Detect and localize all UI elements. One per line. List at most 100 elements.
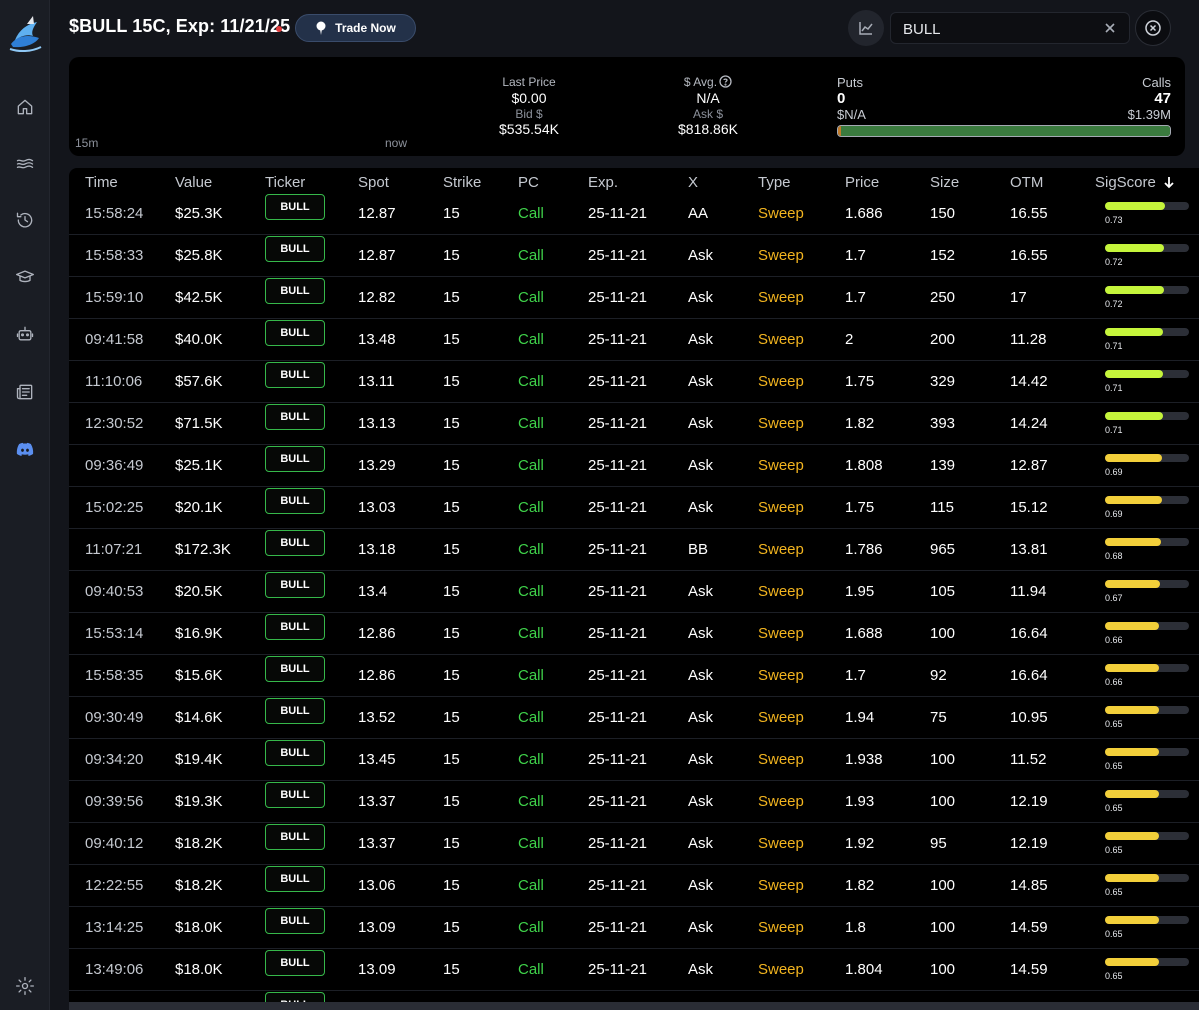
- chart-toggle-button[interactable]: [848, 10, 884, 46]
- cell-otm: 14.59: [1010, 961, 1048, 978]
- table-row[interactable]: 09:40:12 $18.2K BULL 13.37 15 Call 25-11-21 Ask…: [69, 823, 1199, 865]
- cell-otm: 11.28: [1010, 331, 1047, 348]
- cell-value: $40.0K: [175, 331, 223, 348]
- table-row[interactable]: 12:22:55 $18.2K BULL 13.06 15 Call 25-11-21 Ask…: [69, 865, 1199, 907]
- column-header-label: Ticker: [265, 174, 306, 191]
- cell-type: Sweep: [758, 835, 804, 852]
- table-row[interactable]: 15:58:35 $15.6K BULL 12.86 15 Call 25-11-21 Ask…: [69, 655, 1199, 697]
- search-input[interactable]: [903, 19, 1093, 39]
- ticker-badge[interactable]: BULL: [265, 782, 325, 808]
- column-header-label: SigScore: [1095, 174, 1156, 191]
- history-icon[interactable]: [13, 208, 37, 232]
- ticker-badge[interactable]: BULL: [265, 362, 325, 388]
- table-row[interactable]: 13:49:06 $18.0K BULL 13.09 15 Call 25-11-21 Ask…: [69, 949, 1199, 991]
- ticker-badge[interactable]: BULL: [265, 194, 325, 220]
- column-header-type[interactable]: Type: [758, 174, 791, 191]
- cell-strike: 15: [443, 919, 460, 936]
- ask-label: Ask $: [692, 107, 723, 121]
- table-row[interactable]: 15:53:14 $16.9K BULL 12.86 15 Call 25-11-21 Ask…: [69, 613, 1199, 655]
- cell-value: $18.0K: [175, 919, 223, 936]
- gear-icon[interactable]: [13, 974, 37, 998]
- column-header-price[interactable]: Price: [845, 174, 879, 191]
- column-header-pc[interactable]: PC: [518, 174, 539, 191]
- table-row[interactable]: 09:40:53 $20.5K BULL 13.4 15 Call 25-11-21 Ask S…: [69, 571, 1199, 613]
- column-header-x[interactable]: X: [688, 174, 698, 191]
- ticker-badge[interactable]: BULL: [265, 236, 325, 262]
- cell-otm: 15.12: [1010, 499, 1048, 516]
- ticker-badge[interactable]: BULL: [265, 950, 325, 976]
- table-row[interactable]: 09:41:58 $40.0K BULL 13.48 15 Call 25-11-21 Ask…: [69, 319, 1199, 361]
- home-icon[interactable]: [13, 95, 37, 119]
- sort-descending-icon[interactable]: [1162, 175, 1176, 189]
- ticker-badge[interactable]: BULL: [265, 740, 325, 766]
- cell-pc: Call: [518, 499, 544, 516]
- waves-icon[interactable]: [13, 152, 37, 176]
- sigscore-value: 0.67: [1105, 593, 1123, 603]
- column-header-label: PC: [518, 174, 539, 191]
- table-row[interactable]: 09:30:49 $14.6K BULL 13.52 15 Call 25-11-21 Ask…: [69, 697, 1199, 739]
- close-circle-button[interactable]: [1135, 10, 1171, 46]
- ticker-badge[interactable]: BULL: [265, 908, 325, 934]
- table-row[interactable]: 15:58:33 $25.8K BULL 12.87 15 Call 25-11-21 Ask…: [69, 235, 1199, 277]
- trade-now-button[interactable]: Trade Now: [295, 14, 416, 42]
- cell-pc: Call: [518, 373, 544, 390]
- discord-icon[interactable]: [13, 437, 37, 461]
- ticker-badge[interactable]: BULL: [265, 614, 325, 640]
- timeline-end-label: now: [385, 136, 408, 150]
- table-row[interactable]: 11:07:21 $172.3K BULL 13.18 15 Call 25-11-21 BB…: [69, 529, 1199, 571]
- column-header-strike[interactable]: Strike: [443, 174, 481, 191]
- clear-search-icon[interactable]: [1103, 21, 1117, 35]
- column-header-sigscore[interactable]: SigScore: [1095, 174, 1176, 191]
- table-row[interactable]: 12:30:52 $71.5K BULL 13.13 15 Call 25-11-21 Ask…: [69, 403, 1199, 445]
- ticker-badge[interactable]: BULL: [265, 656, 325, 682]
- table-row[interactable]: 15:02:25 $20.1K BULL 13.03 15 Call 25-11-21 Ask…: [69, 487, 1199, 529]
- horizontal-scrollbar[interactable]: [69, 1002, 1199, 1010]
- cell-size: 393: [930, 415, 956, 432]
- table-row[interactable]: 15:58:24 $25.3K BULL 12.87 15 Call 25-11-21 AA S…: [69, 193, 1199, 235]
- cell-price: 1.82: [845, 415, 875, 432]
- column-header-value[interactable]: Value: [175, 174, 212, 191]
- ticker-badge[interactable]: BULL: [265, 698, 325, 724]
- table-row[interactable]: 13:14:25 $18.0K BULL 13.09 15 Call 25-11-21 Ask…: [69, 907, 1199, 949]
- column-header-otm[interactable]: OTM: [1010, 174, 1043, 191]
- robot-icon[interactable]: [13, 322, 37, 346]
- cell-spot: 13.4: [358, 583, 388, 600]
- cell-spot: 12.87: [358, 247, 396, 264]
- puts-ratio-fill: [838, 126, 842, 136]
- column-header-size[interactable]: Size: [930, 174, 959, 191]
- table-row[interactable]: 11:10:06 $57.6K BULL 13.11 15 Call 25-11-21 Ask…: [69, 361, 1199, 403]
- column-header-spot[interactable]: Spot: [358, 174, 389, 191]
- cell-strike: 15: [443, 499, 460, 516]
- ticker-badge[interactable]: BULL: [265, 824, 325, 850]
- sigscore-bar: [1105, 958, 1189, 966]
- table-row[interactable]: 09:36:49 $25.1K BULL 13.29 15 Call 25-11-21 Ask…: [69, 445, 1199, 487]
- ticker-badge[interactable]: BULL: [265, 488, 325, 514]
- table-row[interactable]: 09:39:56 $19.3K BULL 13.37 15 Call 25-11-21 Ask…: [69, 781, 1199, 823]
- ticker-badge[interactable]: BULL: [265, 278, 325, 304]
- ticker-badge[interactable]: BULL: [265, 572, 325, 598]
- graduation-cap-icon[interactable]: [13, 265, 37, 289]
- table-row[interactable]: 09:34:20 $19.4K BULL 13.45 15 Call 25-11-21 Ask…: [69, 739, 1199, 781]
- sigscore-bar: [1105, 622, 1189, 630]
- help-icon[interactable]: [719, 75, 732, 88]
- column-header-time[interactable]: Time: [85, 174, 118, 191]
- cell-pc: Call: [518, 625, 544, 642]
- newspaper-icon[interactable]: [13, 380, 37, 404]
- ticker-badge[interactable]: BULL: [265, 866, 325, 892]
- ticker-badge[interactable]: BULL: [265, 530, 325, 556]
- ticker-badge[interactable]: BULL: [265, 446, 325, 472]
- ticker-badge[interactable]: BULL: [265, 404, 325, 430]
- column-header-exp[interactable]: Exp.: [588, 174, 618, 191]
- ticker-badge[interactable]: BULL: [265, 320, 325, 346]
- cell-price: 1.94: [845, 709, 875, 726]
- cell-exp: 25-11-21: [588, 415, 647, 432]
- cell-value: $20.5K: [175, 583, 223, 600]
- cell-type: Sweep: [758, 331, 804, 348]
- table-row[interactable]: 15:59:10 $42.5K BULL 12.82 15 Call 25-11-21 Ask…: [69, 277, 1199, 319]
- sigscore-bar: [1105, 202, 1189, 210]
- page-title: $BULL 15C, Exp: 11/21/25: [69, 16, 291, 36]
- app-logo[interactable]: [7, 14, 43, 54]
- avg-label-row: $ Avg.: [667, 75, 749, 90]
- cell-spot: 13.18: [358, 541, 396, 558]
- column-header-ticker[interactable]: Ticker: [265, 174, 305, 191]
